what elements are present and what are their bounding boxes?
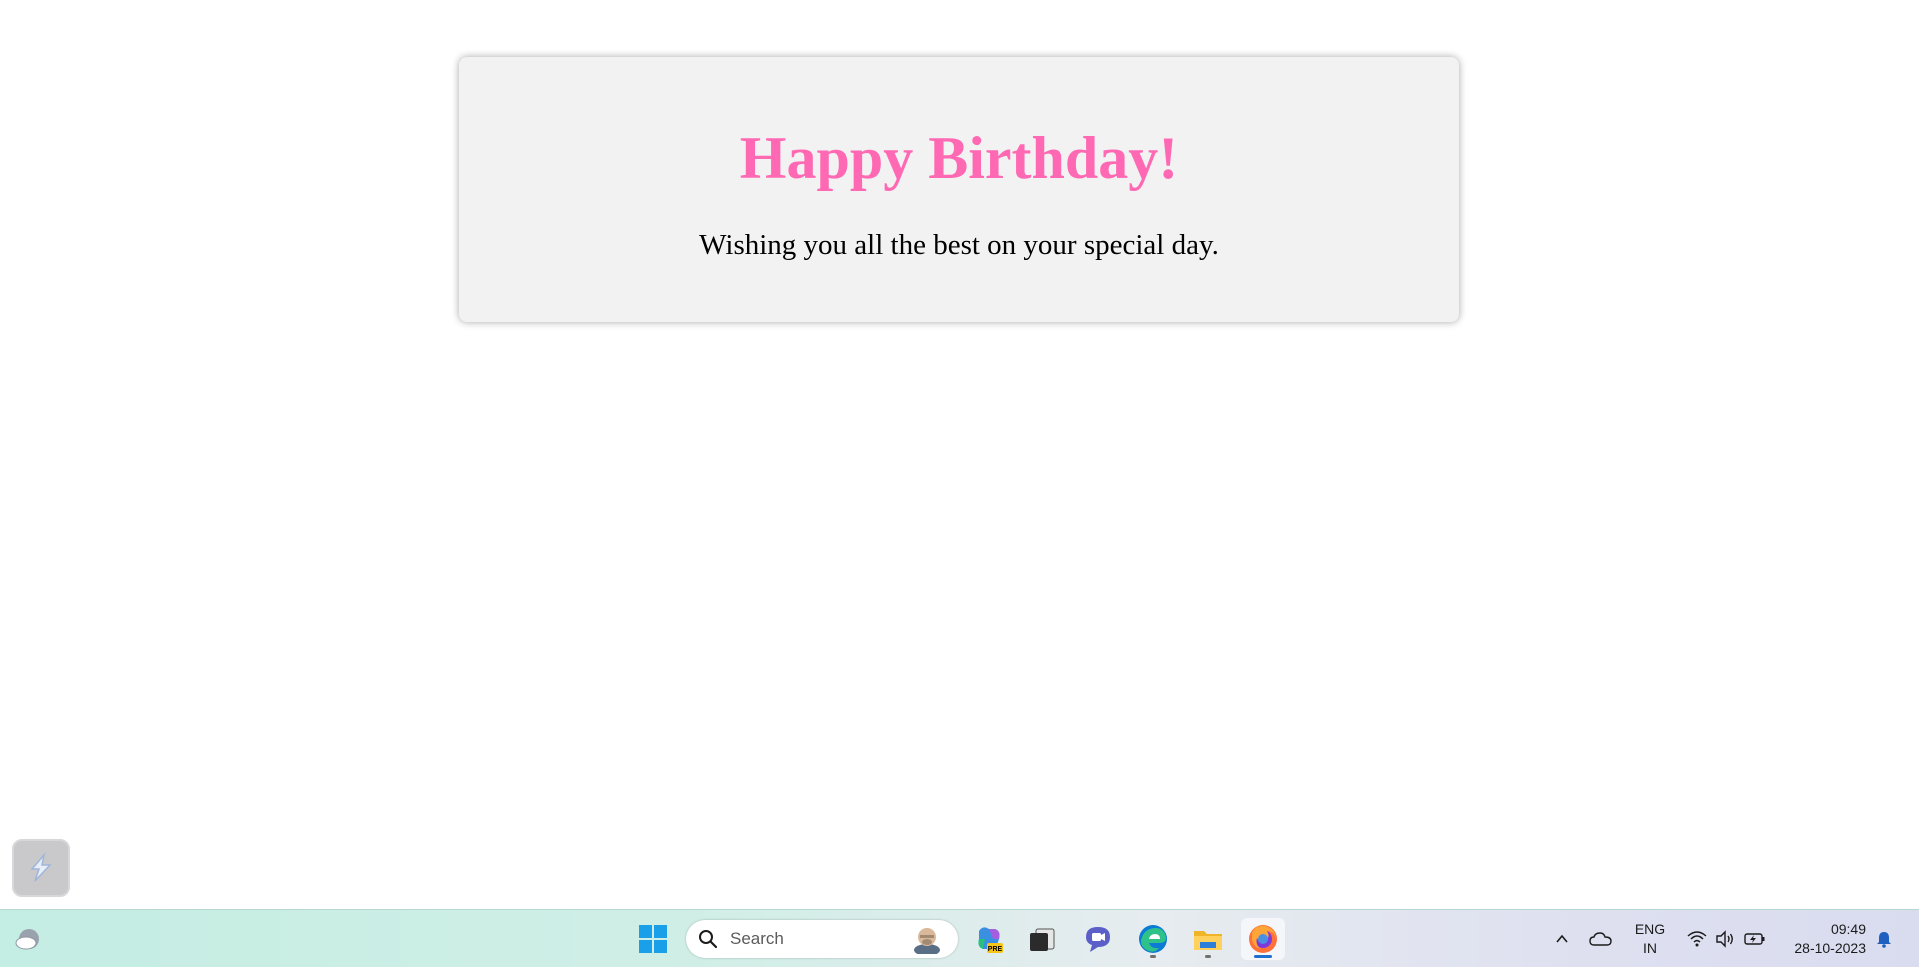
taskbar-search-box[interactable]: Search — [686, 920, 958, 958]
clock-time: 09:49 — [1830, 921, 1866, 937]
task-view-icon[interactable] — [1020, 918, 1064, 960]
battery-icon[interactable] — [1743, 927, 1767, 951]
weather-widget-icon[interactable] — [6, 918, 50, 960]
language-region: IN — [1643, 940, 1657, 956]
edge-icon[interactable] — [1131, 918, 1175, 960]
file-explorer-icon[interactable] — [1186, 918, 1230, 960]
wifi-icon[interactable] — [1685, 927, 1709, 951]
search-highlight-icon — [914, 928, 940, 954]
onedrive-icon[interactable] — [1589, 927, 1613, 951]
system-clock[interactable]: 09:49 28-10-2023 — [1780, 920, 1866, 958]
language-indicator[interactable]: ENG IN — [1628, 920, 1672, 958]
taskbar: Search PRE ENG IN 09:49 28-10-2023 — [0, 909, 1919, 967]
chat-icon[interactable] — [1076, 918, 1120, 960]
search-placeholder: Search — [730, 929, 784, 948]
birthday-card: Happy Birthday! Wishing you all the best… — [459, 57, 1459, 322]
copilot-icon[interactable]: PRE — [967, 918, 1011, 960]
notification-bell-icon[interactable] — [1872, 927, 1896, 951]
firefox-icon[interactable] — [1241, 918, 1285, 960]
search-icon — [699, 930, 718, 949]
widget-logo-icon — [30, 852, 52, 882]
card-message: Wishing you all the best on your special… — [699, 229, 1219, 261]
start-icon[interactable] — [631, 918, 675, 960]
chevron-up-icon[interactable] — [1550, 927, 1574, 951]
clock-date: 28-10-2023 — [1794, 940, 1866, 956]
copilot-badge: PRE — [988, 946, 1003, 953]
floating-app-widget[interactable] — [12, 839, 70, 897]
card-heading: Happy Birthday! — [739, 125, 1179, 191]
language-code: ENG — [1634, 921, 1666, 937]
browser-page: Happy Birthday! Wishing you all the best… — [0, 0, 1919, 909]
volume-icon[interactable] — [1713, 927, 1737, 951]
